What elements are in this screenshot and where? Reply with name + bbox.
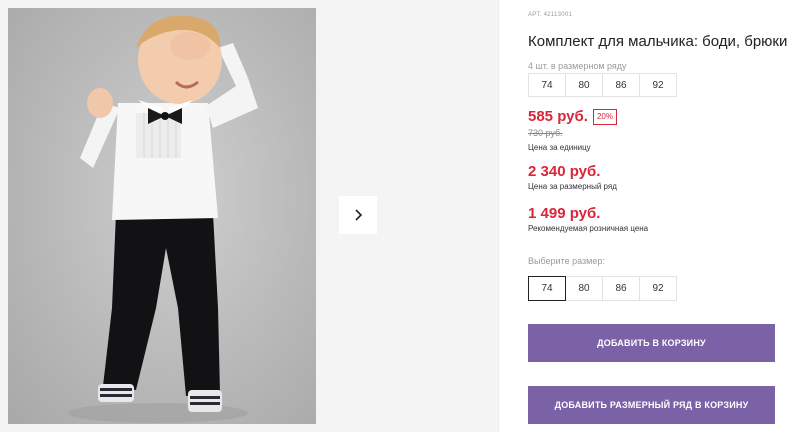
unit-price-label: Цена за единицу — [528, 143, 591, 152]
pack-size-item: 74 — [528, 73, 566, 97]
divider — [498, 0, 499, 432]
product-photo[interactable] — [8, 8, 316, 424]
size-picker-label: Выберите размер: — [528, 256, 605, 266]
add-to-cart-button[interactable]: ДОБАВИТЬ В КОРЗИНУ — [528, 324, 775, 362]
size-picker: 74 80 86 92 — [528, 276, 677, 301]
product-gallery — [0, 0, 498, 432]
pack-size-item: 80 — [565, 73, 603, 97]
size-option-74[interactable]: 74 — [528, 276, 566, 301]
pack-size-list: 74 80 86 92 — [528, 73, 677, 97]
chevron-right-icon — [355, 209, 363, 221]
pack-size-label: 4 шт. в размерном ряду — [528, 61, 627, 71]
set-price-label: Цена за размерный ряд — [528, 182, 617, 191]
unit-price-row: 585 руб. 20% — [528, 108, 617, 125]
pack-size-item: 86 — [602, 73, 640, 97]
size-option-86[interactable]: 86 — [602, 276, 640, 301]
discount-badge: 20% — [592, 108, 617, 125]
rrp-price-label: Рекомендуемая розничная цена — [528, 224, 649, 233]
product-title: Комплект для мальчика: боди, брюки — [528, 33, 788, 50]
product-sku: АРТ. 42113001 — [528, 12, 573, 18]
add-set-to-cart-button[interactable]: ДОБАВИТЬ РАЗМЕРНЫЙ РЯД В КОРЗИНУ — [528, 386, 775, 424]
size-option-80[interactable]: 80 — [565, 276, 603, 301]
set-price: 2 340 руб. — [528, 163, 601, 180]
pack-size-item: 92 — [639, 73, 677, 97]
rrp-price: 1 499 руб. — [528, 205, 601, 222]
old-price: 730 руб. — [528, 128, 563, 138]
unit-price: 585 руб. — [528, 108, 588, 125]
gallery-next-button[interactable] — [339, 196, 377, 234]
size-option-92[interactable]: 92 — [639, 276, 677, 301]
product-photo-illustration — [68, 15, 258, 423]
